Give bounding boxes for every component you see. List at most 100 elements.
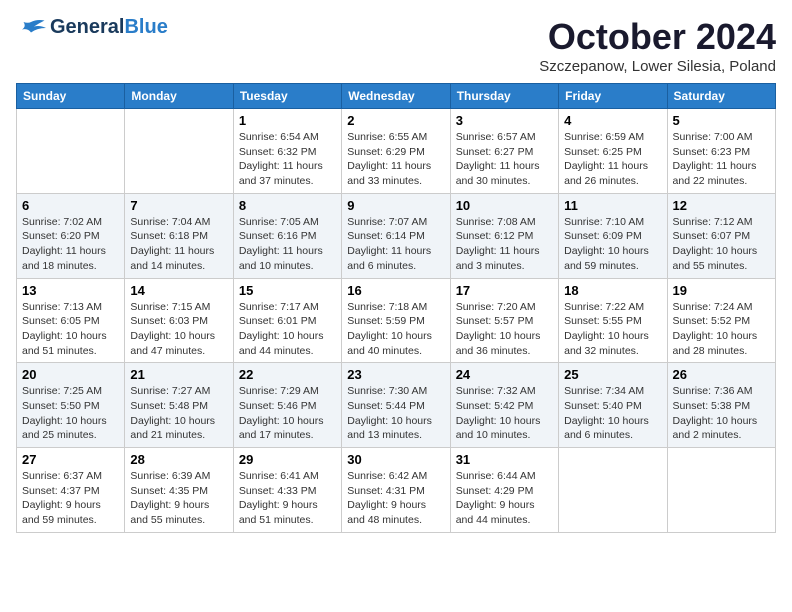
table-row: 30 Sunrise: 6:42 AM Sunset: 4:31 PM Dayli… <box>342 448 450 533</box>
day-info: Sunrise: 7:25 AM Sunset: 5:50 PM Dayligh… <box>22 384 119 443</box>
table-row: 23 Sunrise: 7:30 AM Sunset: 5:44 PM Dayli… <box>342 363 450 448</box>
calendar-week-row: 20 Sunrise: 7:25 AM Sunset: 5:50 PM Dayli… <box>17 363 776 448</box>
day-number: 1 <box>239 113 336 128</box>
title-area: October 2024 Szczepanow, Lower Silesia, … <box>539 16 776 75</box>
day-info: Sunrise: 6:39 AM Sunset: 4:35 PM Dayligh… <box>130 469 227 528</box>
col-thursday: Thursday <box>450 84 558 109</box>
day-info: Sunrise: 7:30 AM Sunset: 5:44 PM Dayligh… <box>347 384 444 443</box>
col-monday: Monday <box>125 84 233 109</box>
day-number: 6 <box>22 198 119 213</box>
day-number: 5 <box>673 113 770 128</box>
day-number: 20 <box>22 367 119 382</box>
table-row: 13 Sunrise: 7:13 AM Sunset: 6:05 PM Dayli… <box>17 278 125 363</box>
day-info: Sunrise: 7:04 AM Sunset: 6:18 PM Dayligh… <box>130 215 227 274</box>
day-info: Sunrise: 6:54 AM Sunset: 6:32 PM Dayligh… <box>239 130 336 189</box>
location-subtitle: Szczepanow, Lower Silesia, Poland <box>539 58 776 75</box>
col-saturday: Saturday <box>667 84 775 109</box>
day-info: Sunrise: 7:00 AM Sunset: 6:23 PM Dayligh… <box>673 130 770 189</box>
table-row: 19 Sunrise: 7:24 AM Sunset: 5:52 PM Dayli… <box>667 278 775 363</box>
day-number: 28 <box>130 452 227 467</box>
calendar-week-row: 13 Sunrise: 7:13 AM Sunset: 6:05 PM Dayli… <box>17 278 776 363</box>
table-row: 17Sunrise: 7:20 AM Sunset: 5:57 PM Dayli… <box>450 278 558 363</box>
day-number: 31 <box>456 452 553 467</box>
calendar-header-row: Sunday Monday Tuesday Wednesday Thursday… <box>17 84 776 109</box>
day-info: Sunrise: 7:05 AM Sunset: 6:16 PM Dayligh… <box>239 215 336 274</box>
table-row: 14 Sunrise: 7:15 AM Sunset: 6:03 PM Dayli… <box>125 278 233 363</box>
table-row: 25 Sunrise: 7:34 AM Sunset: 5:40 PM Dayli… <box>559 363 667 448</box>
table-row <box>125 109 233 194</box>
day-number: 9 <box>347 198 444 213</box>
table-row: 22 Sunrise: 7:29 AM Sunset: 5:46 PM Dayli… <box>233 363 341 448</box>
day-number: 27 <box>22 452 119 467</box>
table-row: 20 Sunrise: 7:25 AM Sunset: 5:50 PM Dayli… <box>17 363 125 448</box>
day-info: Sunrise: 7:24 AM Sunset: 5:52 PM Dayligh… <box>673 300 770 359</box>
table-row: 28 Sunrise: 6:39 AM Sunset: 4:35 PM Dayli… <box>125 448 233 533</box>
day-info: Sunrise: 7:29 AM Sunset: 5:46 PM Dayligh… <box>239 384 336 443</box>
day-info: Sunrise: 7:12 AM Sunset: 6:07 PM Dayligh… <box>673 215 770 274</box>
day-info: Sunrise: 7:08 AM Sunset: 6:12 PM Dayligh… <box>456 215 553 274</box>
day-number: 30 <box>347 452 444 467</box>
table-row: 12Sunrise: 7:12 AM Sunset: 6:07 PM Dayli… <box>667 193 775 278</box>
calendar-week-row: 27 Sunrise: 6:37 AM Sunset: 4:37 PM Dayli… <box>17 448 776 533</box>
day-info: Sunrise: 7:15 AM Sunset: 6:03 PM Dayligh… <box>130 300 227 359</box>
day-info: Sunrise: 6:37 AM Sunset: 4:37 PM Dayligh… <box>22 469 119 528</box>
calendar-table: Sunday Monday Tuesday Wednesday Thursday… <box>16 83 776 533</box>
table-row: 26 Sunrise: 7:36 AM Sunset: 5:38 PM Dayli… <box>667 363 775 448</box>
day-info: Sunrise: 7:32 AM Sunset: 5:42 PM Dayligh… <box>456 384 553 443</box>
day-info: Sunrise: 7:18 AM Sunset: 5:59 PM Dayligh… <box>347 300 444 359</box>
table-row <box>559 448 667 533</box>
table-row: 10 Sunrise: 7:08 AM Sunset: 6:12 PM Dayli… <box>450 193 558 278</box>
day-info: Sunrise: 7:27 AM Sunset: 5:48 PM Dayligh… <box>130 384 227 443</box>
table-row: 18Sunrise: 7:22 AM Sunset: 5:55 PM Dayli… <box>559 278 667 363</box>
day-info: Sunrise: 6:42 AM Sunset: 4:31 PM Dayligh… <box>347 469 444 528</box>
day-info: Sunrise: 6:44 AM Sunset: 4:29 PM Dayligh… <box>456 469 553 528</box>
day-info: Sunrise: 6:57 AM Sunset: 6:27 PM Dayligh… <box>456 130 553 189</box>
day-info: Sunrise: 6:59 AM Sunset: 6:25 PM Dayligh… <box>564 130 661 189</box>
day-info: Sunrise: 7:20 AM Sunset: 5:57 PM Dayligh… <box>456 300 553 359</box>
col-sunday: Sunday <box>17 84 125 109</box>
table-row: 3Sunrise: 6:57 AM Sunset: 6:27 PM Daylig… <box>450 109 558 194</box>
table-row: 27 Sunrise: 6:37 AM Sunset: 4:37 PM Dayli… <box>17 448 125 533</box>
day-number: 13 <box>22 283 119 298</box>
day-number: 18 <box>564 283 661 298</box>
day-info: Sunrise: 7:07 AM Sunset: 6:14 PM Dayligh… <box>347 215 444 274</box>
day-number: 22 <box>239 367 336 382</box>
day-number: 4 <box>564 113 661 128</box>
day-info: Sunrise: 7:34 AM Sunset: 5:40 PM Dayligh… <box>564 384 661 443</box>
day-info: Sunrise: 7:17 AM Sunset: 6:01 PM Dayligh… <box>239 300 336 359</box>
table-row: 1 Sunrise: 6:54 AM Sunset: 6:32 PM Daylig… <box>233 109 341 194</box>
month-title: October 2024 <box>539 16 776 58</box>
table-row: 29Sunrise: 6:41 AM Sunset: 4:33 PM Dayli… <box>233 448 341 533</box>
day-number: 19 <box>673 283 770 298</box>
logo-bird-icon <box>16 19 46 37</box>
day-number: 25 <box>564 367 661 382</box>
day-info: Sunrise: 6:41 AM Sunset: 4:33 PM Dayligh… <box>239 469 336 528</box>
day-number: 24 <box>456 367 553 382</box>
table-row: 8 Sunrise: 7:05 AM Sunset: 6:16 PM Daylig… <box>233 193 341 278</box>
day-info: Sunrise: 7:36 AM Sunset: 5:38 PM Dayligh… <box>673 384 770 443</box>
col-wednesday: Wednesday <box>342 84 450 109</box>
table-row <box>17 109 125 194</box>
calendar-week-row: 1 Sunrise: 6:54 AM Sunset: 6:32 PM Daylig… <box>17 109 776 194</box>
table-row: 4 Sunrise: 6:59 AM Sunset: 6:25 PM Daylig… <box>559 109 667 194</box>
day-number: 23 <box>347 367 444 382</box>
day-number: 26 <box>673 367 770 382</box>
day-number: 15 <box>239 283 336 298</box>
day-info: Sunrise: 6:55 AM Sunset: 6:29 PM Dayligh… <box>347 130 444 189</box>
day-number: 10 <box>456 198 553 213</box>
table-row: 9 Sunrise: 7:07 AM Sunset: 6:14 PM Daylig… <box>342 193 450 278</box>
calendar-week-row: 6Sunrise: 7:02 AM Sunset: 6:20 PM Daylig… <box>17 193 776 278</box>
table-row: 6Sunrise: 7:02 AM Sunset: 6:20 PM Daylig… <box>17 193 125 278</box>
day-info: Sunrise: 7:13 AM Sunset: 6:05 PM Dayligh… <box>22 300 119 359</box>
table-row: 2 Sunrise: 6:55 AM Sunset: 6:29 PM Daylig… <box>342 109 450 194</box>
day-number: 16 <box>347 283 444 298</box>
day-number: 11 <box>564 198 661 213</box>
day-number: 21 <box>130 367 227 382</box>
table-row: 5 Sunrise: 7:00 AM Sunset: 6:23 PM Daylig… <box>667 109 775 194</box>
table-row: 15 Sunrise: 7:17 AM Sunset: 6:01 PM Dayli… <box>233 278 341 363</box>
day-number: 2 <box>347 113 444 128</box>
day-number: 8 <box>239 198 336 213</box>
day-number: 14 <box>130 283 227 298</box>
table-row: 31 Sunrise: 6:44 AM Sunset: 4:29 PM Dayli… <box>450 448 558 533</box>
day-info: Sunrise: 7:10 AM Sunset: 6:09 PM Dayligh… <box>564 215 661 274</box>
